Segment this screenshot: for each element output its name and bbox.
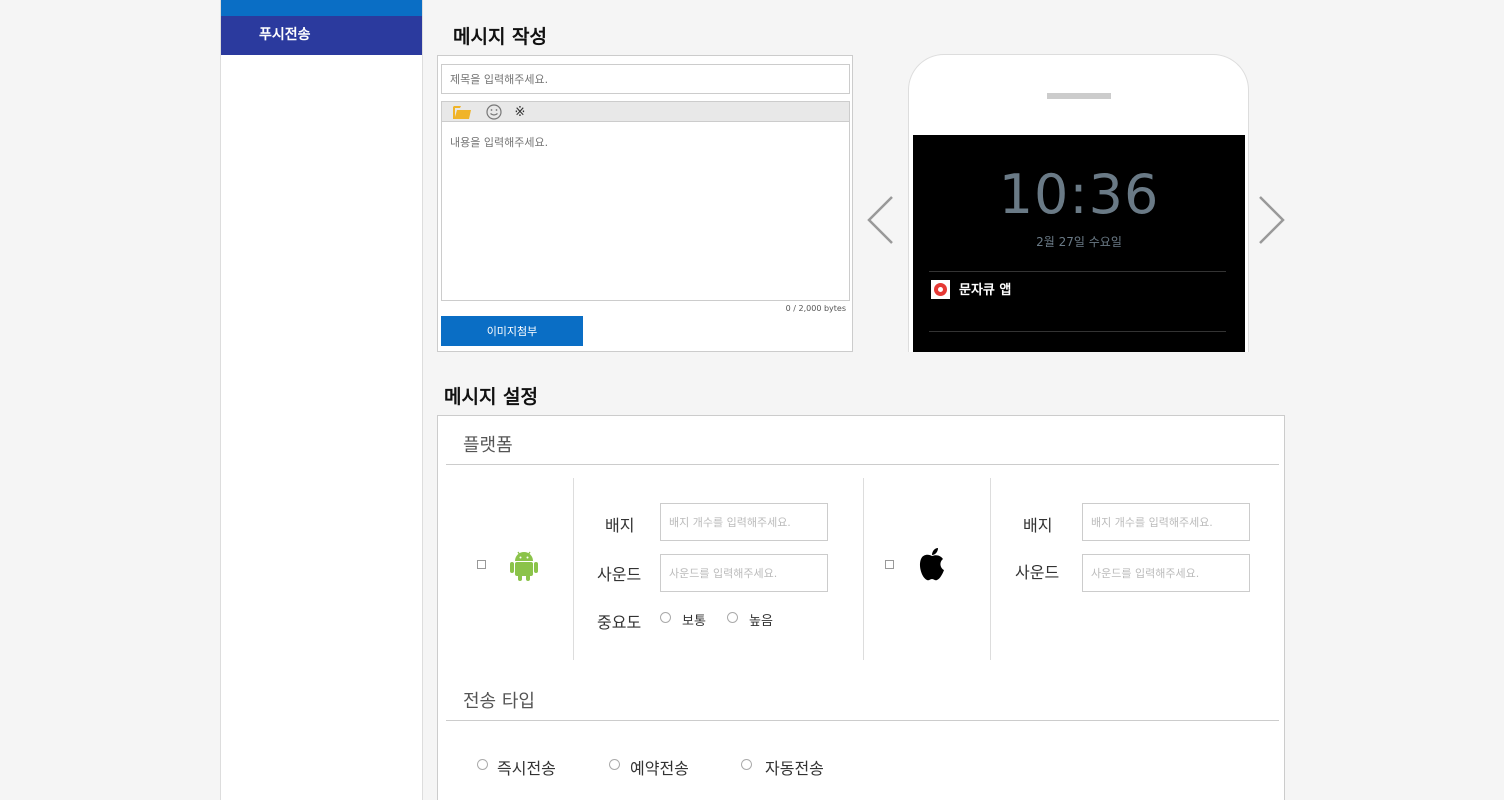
emoji-icon[interactable] xyxy=(484,104,504,120)
android-sound-input[interactable] xyxy=(660,554,828,592)
attach-image-button[interactable]: 이미지첨부 xyxy=(441,316,583,346)
ios-badge-label: 배지 xyxy=(1023,516,1053,535)
phone-screen: 10:36 2월 27일 수요일 문자큐 앱 xyxy=(913,135,1245,352)
sidebar: 푸시전송 xyxy=(220,0,423,800)
sidebar-item-push-send[interactable]: 푸시전송 xyxy=(221,16,422,55)
compose-panel: ※ 0 / 2,000 bytes 이미지첨부 xyxy=(437,55,853,352)
notification-divider xyxy=(929,271,1226,272)
title-input[interactable] xyxy=(441,64,850,94)
special-char-icon[interactable]: ※ xyxy=(512,104,528,120)
preview-date: 2월 27일 수요일 xyxy=(1036,235,1122,249)
send-immediate-label: 즉시전송 xyxy=(497,759,556,778)
settings-panel: 플랫폼 배지 사운드 중요도 보통 높음 배지 사운드 전송 타입 즉시전송 예… xyxy=(437,415,1285,800)
next-arrow-icon[interactable] xyxy=(1257,195,1287,245)
sidebar-top-bar xyxy=(221,0,422,16)
settings-heading: 메시지 설정 xyxy=(444,386,539,408)
phone-speaker xyxy=(1047,93,1111,99)
android-checkbox[interactable] xyxy=(477,560,486,569)
send-auto-label: 자동전송 xyxy=(765,759,824,778)
phone-preview: 10:36 2월 27일 수요일 문자큐 앱 xyxy=(908,54,1249,352)
priority-normal-radio[interactable] xyxy=(660,612,671,623)
section-divider xyxy=(446,720,1279,721)
android-sound-label: 사운드 xyxy=(597,565,642,584)
column-divider xyxy=(573,478,574,660)
column-divider xyxy=(990,478,991,660)
android-badge-label: 배지 xyxy=(605,516,635,535)
ios-sound-label: 사운드 xyxy=(1015,563,1060,582)
app-icon xyxy=(931,280,950,299)
ios-checkbox[interactable] xyxy=(885,560,894,569)
editor-toolbar: ※ xyxy=(441,101,850,122)
folder-icon[interactable] xyxy=(452,104,472,120)
priority-high-label: 높음 xyxy=(749,614,773,629)
send-immediate-radio[interactable] xyxy=(477,759,488,770)
android-icon xyxy=(510,551,538,581)
send-scheduled-label: 예약전송 xyxy=(630,759,689,778)
priority-normal-label: 보통 xyxy=(682,614,706,629)
preview-time: 10:36 xyxy=(998,163,1160,226)
ios-badge-input[interactable] xyxy=(1082,503,1250,541)
priority-high-radio[interactable] xyxy=(727,612,738,623)
ios-sound-input[interactable] xyxy=(1082,554,1250,592)
apple-icon xyxy=(919,548,944,581)
byte-counter: 0 / 2,000 bytes xyxy=(785,304,846,313)
notification-divider xyxy=(929,331,1226,332)
column-divider xyxy=(863,478,864,660)
send-scheduled-radio[interactable] xyxy=(609,759,620,770)
android-badge-input[interactable] xyxy=(660,503,828,541)
section-divider xyxy=(446,464,1279,465)
send-type-title: 전송 타입 xyxy=(463,691,535,712)
send-auto-radio[interactable] xyxy=(741,759,752,770)
preview-app-name: 문자큐 앱 xyxy=(959,283,1012,298)
priority-label: 중요도 xyxy=(597,613,642,632)
compose-heading: 메시지 작성 xyxy=(453,26,548,48)
prev-arrow-icon[interactable] xyxy=(865,195,895,245)
body-textarea[interactable] xyxy=(441,122,850,301)
platform-title: 플랫폼 xyxy=(463,435,513,456)
